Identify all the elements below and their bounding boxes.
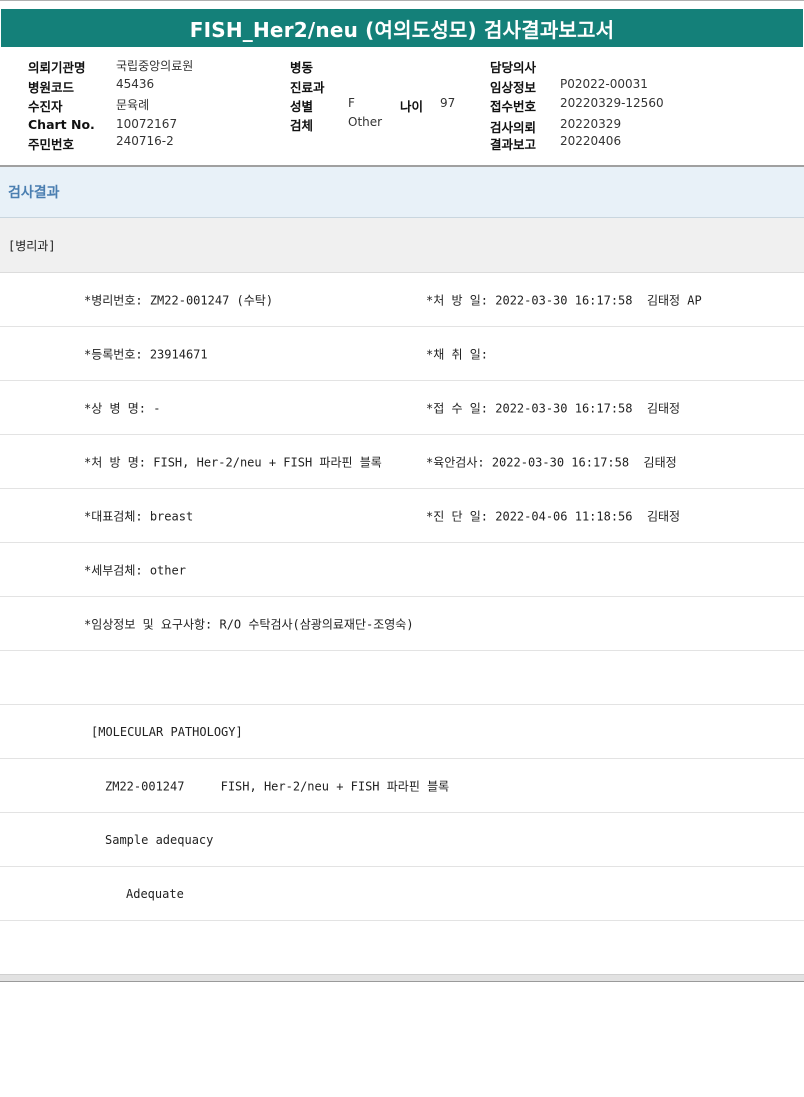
pathology-number: *병리번호: ZM22-001247 (수탁) xyxy=(84,293,274,307)
clinical-info-value: P02022-00031 xyxy=(560,77,648,91)
detail-row: *세부검체: other xyxy=(0,543,804,597)
bottom-bar xyxy=(0,974,804,981)
detail-row: *상 병 명: - *접 수 일: 2022-03-30 16:17:58 김태… xyxy=(0,381,804,435)
clinical-info-label: 임상정보 xyxy=(490,80,537,95)
receipt-date: *접 수 일: 2022-03-30 16:17:58 김태정 xyxy=(426,401,681,415)
order-date: *처 방 일: 2022-03-30 16:17:58 김태정 AP xyxy=(426,293,702,307)
molecular-pathology-header: [MOLECULAR PATHOLOGY] xyxy=(91,724,243,739)
diagnosis-name: *상 병 명: - xyxy=(84,401,161,415)
institution-value: 국립중앙의료원 xyxy=(116,59,194,73)
registration-number: *등록번호: 23914671 xyxy=(84,347,208,361)
ward-label: 병동 xyxy=(290,60,314,75)
doctor-label: 담당의사 xyxy=(490,60,537,75)
test-request-value: 20220329 xyxy=(560,117,622,131)
hospital-code-label: 병원코드 xyxy=(28,80,75,95)
specimen-label: 검체 xyxy=(290,118,314,133)
case-line: ZM22-001247 FISH, Her-2/neu + FISH 파라핀 블… xyxy=(105,779,450,793)
collection-date: *채 취 일: xyxy=(426,347,489,361)
sample-adequacy-value: Adequate xyxy=(126,886,184,901)
institution-label: 의뢰기관명 xyxy=(28,60,86,75)
detail-row: *대표검체: breast *진 단 일: 2022-04-06 11:18:5… xyxy=(0,489,804,543)
detail-row: *임상정보 및 요구사항: R/O 수탁검사(삼광의료재단-조영숙) xyxy=(0,597,804,651)
report-row: [MOLECULAR PATHOLOGY] xyxy=(0,705,804,759)
order-name: *처 방 명: FISH, Her-2/neu + FISH 파라핀 블록 xyxy=(84,455,382,469)
specimen-value: Other xyxy=(348,115,383,129)
sex-value: F xyxy=(348,96,355,110)
report-row: Adequate xyxy=(0,867,804,921)
clinical-requests: *임상정보 및 요구사항: R/O 수탁검사(삼광의료재단-조영숙) xyxy=(84,617,414,631)
report-row: Sample adequacy xyxy=(0,813,804,867)
blank-row xyxy=(0,651,804,705)
age-label: 나이 xyxy=(400,99,424,114)
receipt-no-label: 접수번호 xyxy=(490,99,537,114)
recipient-label: 수진자 xyxy=(28,99,63,114)
result-report-value: 20220406 xyxy=(560,134,622,148)
blank-row xyxy=(0,921,804,974)
sub-specimen: *세부검체: other xyxy=(84,563,186,577)
result-report-label: 결과보고 xyxy=(490,137,537,152)
receipt-no-value: 20220329-12560 xyxy=(560,96,664,110)
sex-label: 성별 xyxy=(290,99,314,114)
resident-no-value: 240716-2 xyxy=(116,134,174,148)
section-title: 검사결과 xyxy=(0,167,804,218)
age-value: 97 xyxy=(440,96,456,110)
department-label: 진료과 xyxy=(290,80,325,95)
report-title: FISH_Her2/neu (여의도성모) 검사결과보고서 xyxy=(1,9,803,47)
sample-adequacy-label: Sample adequacy xyxy=(105,832,214,847)
detail-row: *병리번호: ZM22-001247 (수탁) *처 방 일: 2022-03-… xyxy=(0,273,804,327)
department-heading: [병리과] xyxy=(0,218,804,273)
report-row: ZM22-001247 FISH, Her-2/neu + FISH 파라핀 블… xyxy=(0,759,804,813)
bottom-divider xyxy=(0,981,804,982)
diagnosis-date: *진 단 일: 2022-04-06 11:18:56 김태정 xyxy=(426,509,681,523)
gross-exam-date: *육안검사: 2022-03-30 16:17:58 김태정 xyxy=(426,455,677,469)
chart-no-value: 10072167 xyxy=(116,117,178,131)
resident-no-label: 주민번호 xyxy=(28,137,75,152)
hospital-code-value: 45436 xyxy=(116,77,155,91)
top-border xyxy=(0,0,804,9)
detail-row: *처 방 명: FISH, Her-2/neu + FISH 파라핀 블록 *육… xyxy=(0,435,804,489)
chart-no-label: Chart No. xyxy=(28,117,95,132)
detail-row: *등록번호: 23914671 *채 취 일: xyxy=(0,327,804,381)
recipient-value: 문육례 xyxy=(116,98,150,112)
representative-specimen: *대표검체: breast xyxy=(84,509,194,523)
patient-info-block: 의뢰기관명 국립중앙의료원 병원코드 45436 수진자 문육례 Chart N… xyxy=(0,47,804,165)
